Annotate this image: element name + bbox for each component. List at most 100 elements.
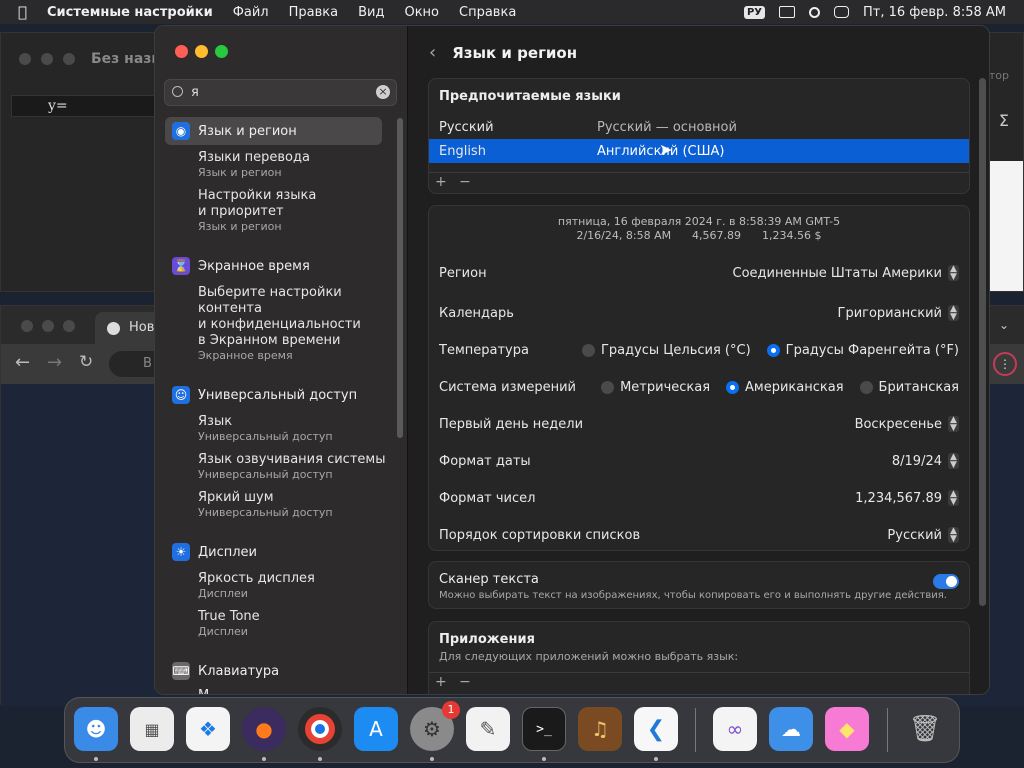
language-desc: Русский — основной bbox=[597, 119, 737, 135]
radio-metric[interactable] bbox=[601, 380, 615, 394]
control-center-icon[interactable] bbox=[833, 6, 849, 18]
safari-icon[interactable]: ❖ bbox=[186, 707, 230, 751]
sub-label-line2: и приоритет bbox=[198, 204, 284, 219]
sidebar-sub-translation-languages[interactable]: Языки перевода Язык и регион bbox=[198, 150, 310, 179]
weather-icon[interactable]: ☁ bbox=[769, 707, 813, 751]
menu-app-name[interactable]: Системные настройки bbox=[47, 5, 213, 20]
first-day-popup[interactable]: Воскресенье ▲ ▼ bbox=[855, 416, 959, 433]
sub-label: Язык bbox=[198, 414, 233, 429]
sidebar-sub-bright-noise[interactable]: Яркий шум Универсальный доступ bbox=[198, 490, 333, 519]
language-row[interactable]: Русский Русский — основной bbox=[429, 115, 969, 139]
browser-tabs-chevron-icon[interactable]: ⌄ bbox=[999, 318, 1009, 332]
menu-view[interactable]: Вид bbox=[358, 5, 384, 20]
clear-search-icon[interactable]: × bbox=[376, 85, 390, 99]
text-scanner-card: Сканер текста Можно выбирать текст на из… bbox=[428, 561, 970, 609]
radio-fahrenheit[interactable] bbox=[766, 343, 780, 357]
content-scrollbar[interactable] bbox=[979, 78, 986, 606]
chrome-icon[interactable] bbox=[298, 707, 342, 751]
menu-edit[interactable]: Правка bbox=[289, 5, 338, 20]
radio-celsius[interactable] bbox=[581, 343, 595, 357]
updown-chevron-icon: ▲ ▼ bbox=[948, 265, 959, 282]
language-row-selected[interactable]: English Английский (США) bbox=[429, 139, 969, 163]
radio-us[interactable] bbox=[726, 380, 740, 394]
pixelmator-icon[interactable]: ◆ bbox=[825, 707, 869, 751]
visual-studio-icon[interactable]: ∞ bbox=[713, 707, 757, 751]
system-settings-window: я × ◉ Язык и регион Языки перевода Язык и… bbox=[154, 25, 990, 695]
firefox-icon[interactable]: ● bbox=[242, 707, 286, 751]
text-scanner-toggle[interactable] bbox=[933, 574, 959, 589]
sidebar-sub-partial[interactable]: М bbox=[198, 688, 209, 694]
sub-category: Язык и регион bbox=[198, 166, 282, 179]
temperature-radio-group: Градусы Цельсия (°C) Градусы Фаренгейта … bbox=[566, 343, 959, 358]
app-store-icon[interactable]: A bbox=[354, 707, 398, 751]
sidebar-item-keyboard[interactable]: ⌨ Клавиатура bbox=[172, 661, 279, 681]
garageband-icon[interactable]: ♫ bbox=[578, 707, 622, 751]
keyboard-icon: ⌨ bbox=[172, 662, 190, 680]
math-formula-bar[interactable]: y= bbox=[11, 95, 161, 117]
menu-help[interactable]: Справка bbox=[459, 5, 516, 20]
sort-order-value: Русский bbox=[887, 527, 942, 543]
sidebar-sub-display-brightness[interactable]: Яркость дисплея Дисплеи bbox=[198, 571, 315, 600]
sidebar-sub-content-privacy[interactable]: Выберите настройки контента и конфиденциал… bbox=[198, 285, 361, 362]
sidebar-item-displays[interactable]: ☀ Дисплеи bbox=[172, 542, 257, 562]
sub-label: Язык озвучивания системы bbox=[198, 452, 386, 467]
trash-icon[interactable]: 🗑 bbox=[903, 707, 947, 751]
running-indicator bbox=[262, 757, 266, 761]
sidebar-scrollbar[interactable] bbox=[397, 118, 403, 438]
terminal-icon[interactable]: >_ bbox=[522, 707, 566, 751]
remove-app-button[interactable]: − bbox=[459, 674, 471, 690]
textedit-icon[interactable]: ✎ bbox=[466, 707, 510, 751]
back-chevron-icon[interactable]: ‹ bbox=[429, 42, 436, 63]
sidebar-sub-language-settings[interactable]: Настройки языка и приоритет Язык и регион bbox=[198, 188, 316, 233]
add-language-button[interactable]: + bbox=[435, 174, 447, 190]
zoom-window-button[interactable] bbox=[215, 45, 228, 58]
date-format-popup[interactable]: 8/19/24 ▲ ▼ bbox=[892, 453, 959, 470]
menu-window[interactable]: Окно bbox=[404, 5, 439, 20]
sidebar-sub-system-voice[interactable]: Язык озвучивания системы Универсальный до… bbox=[198, 452, 385, 481]
region-popup[interactable]: Соединенные Штаты Америки ▲ ▼ bbox=[733, 265, 959, 282]
finder-icon[interactable]: ☻ bbox=[74, 707, 118, 751]
browser-menu-icon[interactable]: ⋮ bbox=[993, 352, 1017, 376]
menu-datetime[interactable]: Пт, 16 февр. 8:58 AM bbox=[863, 5, 1006, 20]
browser-reload-icon[interactable]: ↻ bbox=[79, 352, 93, 372]
globe-icon: ◉ bbox=[172, 122, 190, 140]
date-format-row: Формат даты 8/19/24 ▲ ▼ bbox=[439, 450, 959, 472]
remove-language-button[interactable]: − bbox=[459, 174, 471, 190]
calendar-popup[interactable]: Григорианский ▲ ▼ bbox=[837, 305, 959, 322]
number-format-popup[interactable]: 1,234,567.89 ▲ ▼ bbox=[855, 490, 959, 507]
running-indicator bbox=[94, 757, 98, 761]
sidebar-item-accessibility[interactable]: ☺ Универсальный доступ bbox=[172, 385, 357, 405]
math-sum-icon[interactable]: Σ bbox=[999, 111, 1009, 130]
apple-menu-icon[interactable]:  bbox=[18, 3, 27, 21]
minimize-window-button[interactable] bbox=[195, 45, 208, 58]
math-window-title: Без назв bbox=[91, 51, 161, 67]
sidebar-item-screen-time[interactable]: ⌛ Экранное время bbox=[172, 256, 310, 276]
vscode-icon[interactable]: ❮ bbox=[634, 707, 678, 751]
text-scanner-desc: Можно выбирать текст на изображениях, чт… bbox=[439, 590, 947, 601]
launchpad-icon[interactable]: ▦ bbox=[130, 707, 174, 751]
sort-order-popup[interactable]: Русский ▲ ▼ bbox=[887, 527, 959, 544]
metric-label: Метрическая bbox=[620, 379, 711, 395]
sidebar-sub-accessibility-language[interactable]: Язык Универсальный доступ bbox=[198, 414, 333, 443]
close-window-button[interactable] bbox=[175, 45, 188, 58]
input-source-badge[interactable]: РУ bbox=[743, 5, 765, 19]
date-format-label: Формат даты bbox=[439, 453, 531, 469]
browser-tab-title: Нов bbox=[129, 320, 155, 335]
browser-forward-icon[interactable]: → bbox=[47, 352, 62, 373]
menu-file[interactable]: Файл bbox=[233, 5, 269, 20]
number-format-value: 1,234,567.89 bbox=[855, 490, 942, 506]
stage-manager-icon[interactable] bbox=[778, 6, 795, 18]
calendar-value: Григорианский bbox=[837, 305, 942, 321]
sidebar-search-field[interactable]: я × bbox=[164, 79, 397, 106]
radio-uk[interactable] bbox=[859, 380, 873, 394]
format-sample-line1: пятница, 16 февраля 2024 г. в 8:58:39 AM… bbox=[557, 215, 841, 228]
page-title: Язык и регион bbox=[452, 43, 578, 62]
running-indicator bbox=[318, 757, 322, 761]
add-app-button[interactable]: + bbox=[435, 674, 447, 690]
list-divider bbox=[429, 172, 969, 173]
spotlight-search-icon[interactable] bbox=[808, 6, 820, 18]
sidebar-sub-true-tone[interactable]: True Tone Дисплеи bbox=[198, 609, 260, 638]
applications-desc: Для следующих приложений можно выбрать я… bbox=[439, 650, 739, 663]
sidebar-item-language-region[interactable]: ◉ Язык и регион bbox=[172, 121, 297, 141]
browser-back-icon[interactable]: ← bbox=[15, 352, 30, 373]
